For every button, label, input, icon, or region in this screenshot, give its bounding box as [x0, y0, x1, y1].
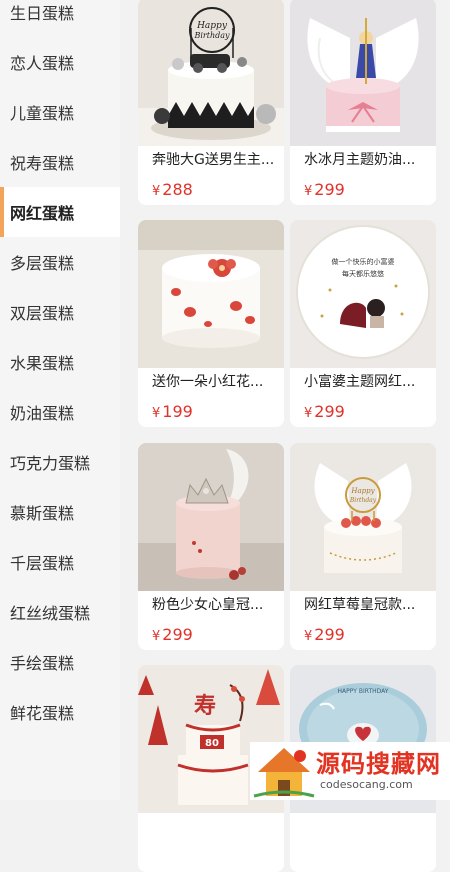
- product-image: Happy Birthday: [138, 0, 284, 146]
- product-title: 网红草莓皇冠款...: [304, 597, 416, 613]
- sidebar-item-cream[interactable]: 奶油蛋糕: [0, 387, 120, 437]
- product-title: 奔驰大G送男生主...: [152, 152, 275, 168]
- sidebar-item-internet-famous[interactable]: 网红蛋糕: [0, 187, 120, 237]
- category-sidebar: 生日蛋糕 恋人蛋糕 儿童蛋糕 祝寿蛋糕 网红蛋糕 多层蛋糕 双层蛋糕 水果蛋糕 …: [0, 0, 120, 800]
- sidebar-item-mousse[interactable]: 慕斯蛋糕: [0, 487, 120, 537]
- product-price: ¥299: [304, 402, 345, 421]
- product-image: [138, 443, 284, 591]
- svg-text:HAPPY BIRTHDAY: HAPPY BIRTHDAY: [338, 688, 389, 695]
- svg-text:寿: 寿: [194, 693, 216, 719]
- site-watermark: 源码搜藏网 codesocang.com: [250, 742, 450, 800]
- product-image: [290, 0, 436, 146]
- sidebar-item-flower[interactable]: 鲜花蛋糕: [0, 687, 120, 737]
- product-price: ¥299: [304, 625, 345, 644]
- sidebar-item-longevity[interactable]: 祝寿蛋糕: [0, 137, 120, 187]
- watermark-title: 源码搜藏网: [316, 750, 441, 778]
- product-title: 送你一朵小红花...: [152, 374, 264, 390]
- sidebar-item-fruit[interactable]: 水果蛋糕: [0, 337, 120, 387]
- product-card[interactable]: Happy Birthday 网红草莓皇冠款... ¥299: [290, 443, 436, 650]
- product-price: ¥288: [152, 180, 193, 199]
- svg-text:做一个快乐的小富婆: 做一个快乐的小富婆: [332, 257, 395, 266]
- product-title: 水冰月主题奶油...: [304, 152, 416, 168]
- product-image: [138, 220, 284, 368]
- watermark-url: codesocang.com: [320, 778, 413, 791]
- sidebar-item-red-velvet[interactable]: 红丝绒蛋糕: [0, 587, 120, 637]
- svg-text:Birthday: Birthday: [193, 31, 230, 40]
- product-card[interactable]: 水冰月主题奶油... ¥299: [290, 0, 436, 205]
- svg-text:Birthday: Birthday: [349, 497, 377, 504]
- sidebar-item-mille-crepe[interactable]: 千层蛋糕: [0, 537, 120, 587]
- product-price: ¥299: [152, 625, 193, 644]
- product-card[interactable]: 送你一朵小红花... ¥199: [138, 220, 284, 427]
- sidebar-item-hand-painted[interactable]: 手绘蛋糕: [0, 637, 120, 687]
- product-image: 做一个快乐的小富婆 每天都乐悠悠: [290, 220, 436, 368]
- svg-text:80: 80: [205, 738, 219, 749]
- product-card[interactable]: Happy Birthday 奔驰大G送男生主... ¥288: [138, 0, 284, 205]
- product-card[interactable]: 粉色少女心皇冠... ¥299: [138, 443, 284, 650]
- svg-text:Happy: Happy: [350, 487, 375, 495]
- product-title: 粉色少女心皇冠...: [152, 597, 264, 613]
- house-logo-icon: [253, 748, 315, 798]
- sidebar-item-double-tier[interactable]: 双层蛋糕: [0, 287, 120, 337]
- product-price: ¥199: [152, 402, 193, 421]
- product-card[interactable]: 做一个快乐的小富婆 每天都乐悠悠 小富婆主题网红... ¥299: [290, 220, 436, 427]
- svg-text:Happy: Happy: [196, 21, 228, 31]
- sidebar-item-chocolate[interactable]: 巧克力蛋糕: [0, 437, 120, 487]
- product-image: Happy Birthday: [290, 443, 436, 591]
- sidebar-item-kids[interactable]: 儿童蛋糕: [0, 87, 120, 137]
- product-price: ¥299: [304, 180, 345, 199]
- product-title: 小富婆主题网红...: [304, 374, 416, 390]
- sidebar-item-birthday[interactable]: 生日蛋糕: [0, 0, 120, 37]
- sidebar-item-lovers[interactable]: 恋人蛋糕: [0, 37, 120, 87]
- sidebar-item-multi-tier[interactable]: 多层蛋糕: [0, 237, 120, 287]
- svg-text:每天都乐悠悠: 每天都乐悠悠: [342, 269, 384, 278]
